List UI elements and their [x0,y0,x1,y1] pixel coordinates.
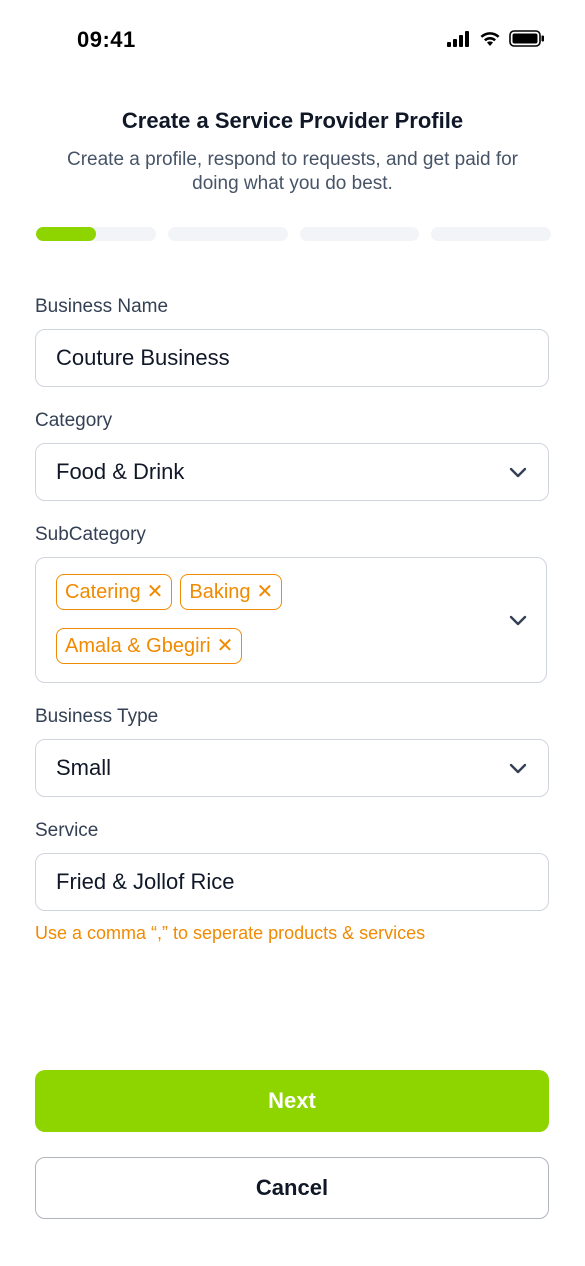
progress-step-1-fill [36,227,96,241]
page-header: Create a Service Provider Profile Create… [0,108,585,196]
chevron-down-icon [508,610,528,630]
remove-tag-icon[interactable]: ✕ [147,582,164,602]
status-time: 09:41 [77,27,136,52]
profile-form: Business Name Couture Business Category … [35,296,549,967]
cellular-signal-icon [447,30,471,52]
service-input[interactable]: Fried & Jollof Rice [35,853,549,911]
subcategory-multiselect[interactable]: Catering ✕ Baking ✕ Amala & Gbegiri ✕ [35,557,547,683]
business-type-label: Business Type [35,706,159,727]
next-button[interactable]: Next [35,1070,549,1132]
progress-step-3 [299,227,420,241]
tag-label: Baking [189,580,251,603]
step-progress [36,227,551,241]
business-type-select[interactable]: Small [35,739,549,797]
cancel-button[interactable]: Cancel [35,1157,549,1219]
progress-step-1 [36,227,156,241]
subcategory-tag: Amala & Gbegiri ✕ [56,628,243,664]
chevron-down-icon [508,758,528,778]
service-group: Service Fried & Jollof Rice Use a comma … [35,820,549,944]
remove-tag-icon[interactable]: ✕ [257,582,274,602]
business-type-value: Small [56,755,112,780]
status-bar: 09:41 [0,0,585,80]
battery-icon [509,30,545,52]
service-label: Service [35,820,99,841]
chevron-down-icon [508,462,528,482]
category-value: Food & Drink [56,459,185,484]
service-value: Fried & Jollof Rice [56,869,235,894]
remove-tag-icon[interactable]: ✕ [217,636,234,656]
page-title: Create a Service Provider Profile [121,108,464,133]
subcategory-group: SubCategory Catering ✕ Baking ✕ Amala & … [35,524,549,683]
status-icons [447,30,545,52]
category-select[interactable]: Food & Drink [35,443,549,501]
subcategory-tag: Catering ✕ [56,574,173,610]
category-label: Category [35,410,113,431]
business-name-group: Business Name Couture Business [35,296,549,387]
progress-step-4 [431,227,551,241]
service-hint: Use a comma “,” to seperate products & s… [35,923,426,943]
business-type-group: Business Type Small [35,706,549,797]
business-name-input[interactable]: Couture Business [35,329,549,387]
subcategory-tag: Baking ✕ [180,574,283,610]
progress-step-2 [167,227,288,241]
subcategory-label: SubCategory [35,524,146,545]
wifi-icon [479,31,501,52]
tag-label: Amala & Gbegiri [65,634,211,657]
subcategory-tags: Catering ✕ Baking ✕ Amala & Gbegiri ✕ [56,574,476,674]
tag-label: Catering [65,580,141,603]
category-group: Category Food & Drink [35,410,549,501]
business-name-label: Business Name [35,296,169,317]
business-name-value: Couture Business [56,345,230,370]
page-subtitle: Create a profile, respond to requests, a… [67,149,518,194]
